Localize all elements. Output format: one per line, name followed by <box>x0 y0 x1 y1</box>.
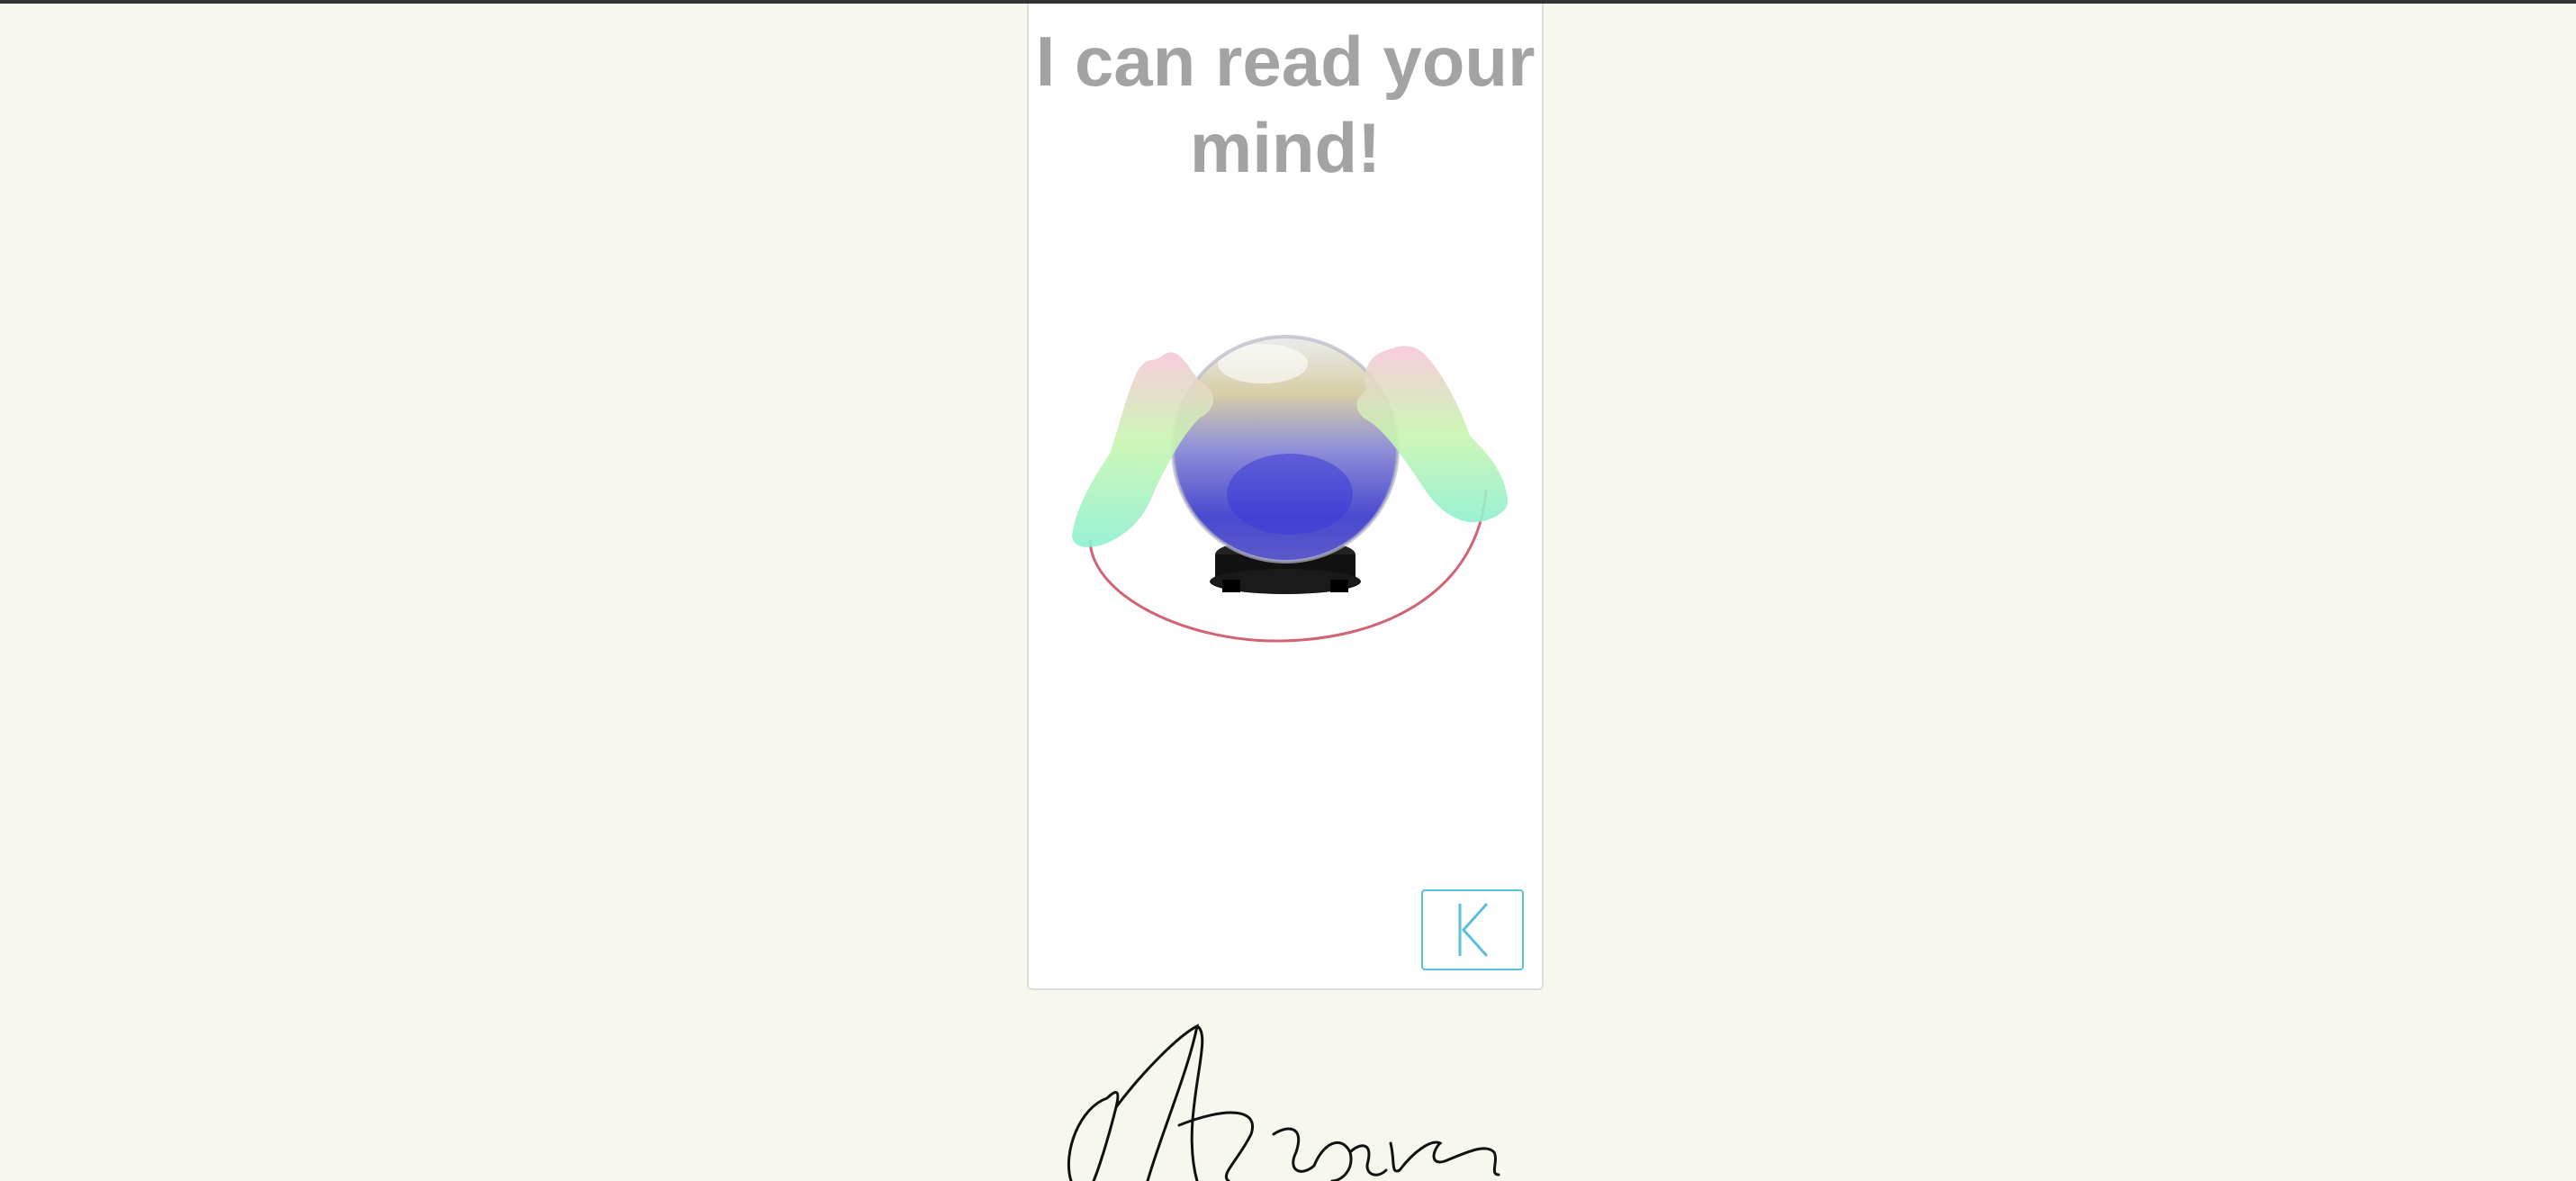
signature-logo <box>1067 1023 1500 1181</box>
page-title: I can read your mind! <box>1035 22 1536 187</box>
restart-button[interactable] <box>1421 889 1524 970</box>
mind-reader-card: I can read your mind! <box>1027 4 1544 990</box>
crystal-ball-illustration <box>1072 335 1509 643</box>
skip-back-icon <box>1458 902 1489 958</box>
